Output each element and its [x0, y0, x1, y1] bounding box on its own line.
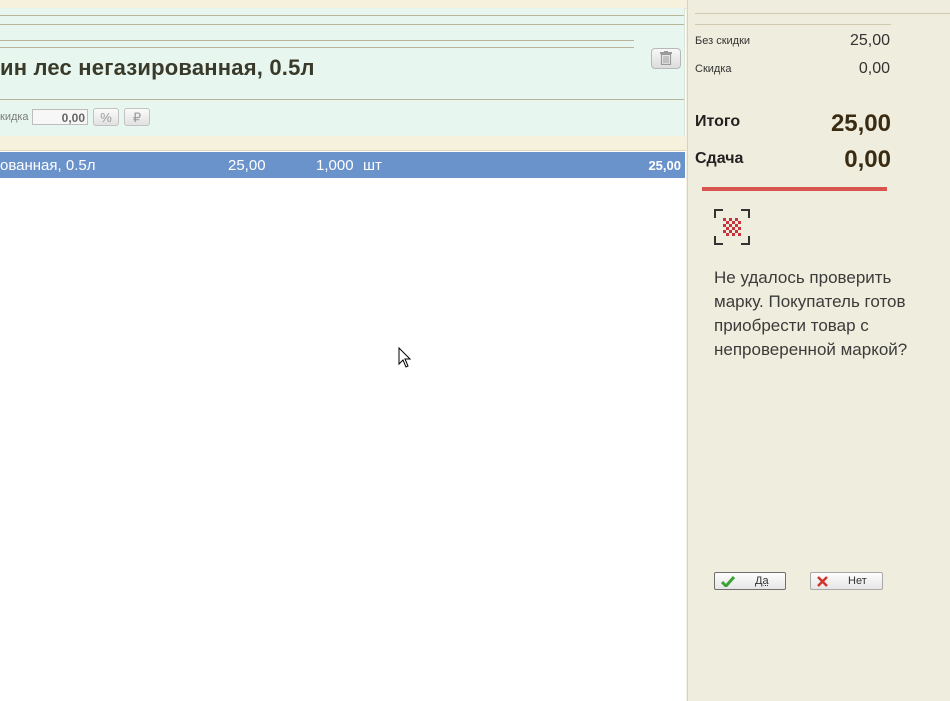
table-row[interactable]: ованная, 0.5л 25,00 1,000 шт 25,00	[0, 152, 685, 178]
change-value: 0,00	[844, 146, 891, 173]
change-label: Сдача	[695, 150, 744, 167]
total-label: Итого	[695, 113, 741, 130]
divider	[695, 24, 891, 25]
no-discount-label: Без скидки	[695, 35, 751, 47]
divider	[0, 15, 684, 16]
divider	[0, 47, 634, 48]
row-item-sum: 25,00	[648, 158, 681, 173]
no-button[interactable]: Нет	[810, 572, 883, 590]
discount-total-label: Скидка	[695, 63, 732, 75]
totals-panel: Без скидки 25,00 Скидка 0,00 Итого 25,00…	[687, 0, 950, 701]
divider	[0, 99, 684, 100]
mouse-cursor-icon	[398, 347, 412, 368]
row-item-name: ованная, 0.5л	[0, 157, 96, 174]
divider	[0, 40, 634, 41]
scan-datamatrix-icon	[714, 209, 750, 245]
alert-divider	[702, 187, 887, 191]
discount-input[interactable]: 0,00	[32, 109, 88, 125]
product-panel: ин лес негазированная, 0.5л кидка 0,00 %…	[0, 8, 685, 136]
yes-button-label: Да	[755, 575, 769, 587]
trash-icon	[660, 51, 672, 65]
divider	[695, 13, 950, 14]
divider	[0, 24, 684, 25]
no-button-label: Нет	[848, 575, 867, 587]
cross-icon	[817, 576, 828, 587]
delete-item-button[interactable]	[651, 48, 681, 69]
percent-discount-button[interactable]: %	[93, 108, 119, 126]
ruble-discount-button[interactable]: ₽	[124, 108, 150, 126]
row-item-qty: 1,000	[316, 157, 354, 174]
percent-icon: %	[100, 110, 112, 125]
discount-label: кидка	[0, 111, 29, 123]
product-title: ин лес негазированная, 0.5л	[0, 55, 315, 80]
no-discount-value: 25,00	[849, 32, 890, 49]
row-item-unit: шт	[363, 157, 382, 174]
discount-total-value: 0,00	[858, 60, 890, 77]
yes-button[interactable]: Да	[714, 572, 786, 590]
dialog-message: Не удалось проверить марку. Покупатель г…	[714, 268, 908, 359]
panel-separator	[0, 136, 686, 151]
total-value: 25,00	[830, 110, 891, 137]
row-item-price: 25,00	[228, 157, 266, 174]
ruble-icon: ₽	[132, 110, 142, 125]
check-icon	[721, 576, 735, 587]
